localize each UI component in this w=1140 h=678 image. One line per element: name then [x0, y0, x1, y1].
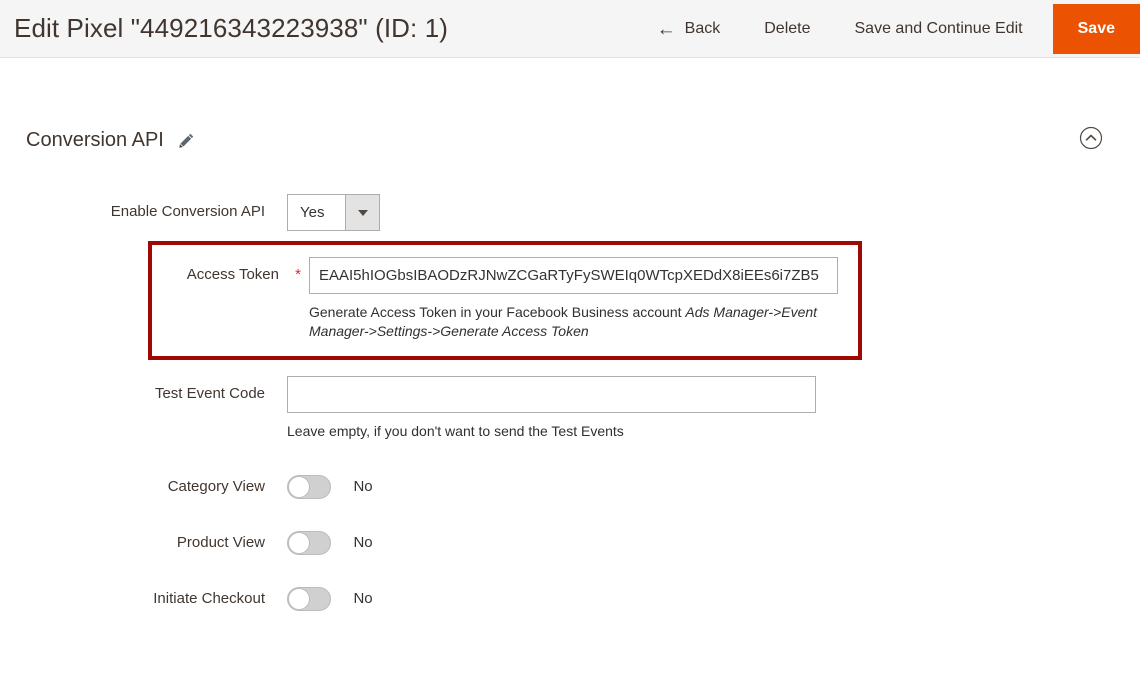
page-title: Edit Pixel "449216343223938" (ID: 1)	[14, 13, 449, 43]
conversion-api-section: Conversion API Enable Conversion API Yes	[0, 58, 1140, 611]
product-view-label: Product View	[176, 534, 265, 552]
field-row-initiate-checkout: Initiate Checkout No	[0, 586, 1140, 611]
category-view-control: No	[287, 474, 1140, 499]
toggle-knob	[288, 531, 310, 554]
access-token-hint-text: Generate Access Token in your Facebook B…	[309, 304, 686, 320]
save-button[interactable]: Save	[1052, 4, 1140, 54]
test-event-code-label: Test Event Code	[154, 384, 265, 402]
access-token-hint: Generate Access Token in your Facebook B…	[309, 303, 829, 342]
access-token-label: Access Token	[186, 266, 279, 283]
initiate-checkout-toggle[interactable]	[287, 586, 331, 611]
caret-shape	[357, 209, 368, 216]
field-row-access-token: Access Token * Generate Access Token in …	[152, 257, 858, 342]
pencil-icon[interactable]	[178, 132, 195, 149]
arrow-left-icon: ←	[656, 18, 676, 40]
back-button-label: Back	[684, 20, 721, 37]
delete-button-label: Delete	[764, 20, 811, 37]
enable-conversion-api-select[interactable]: Yes	[287, 194, 380, 231]
initiate-checkout-control: No	[287, 586, 1140, 611]
product-view-control: No	[287, 530, 1140, 555]
toggle-knob	[288, 587, 310, 610]
header-actions: ← Back Delete Save and Continue Edit Sav…	[635, 0, 1140, 58]
toggle-group: Category View No Product View No Initiat…	[0, 474, 1140, 611]
access-token-control: Generate Access Token in your Facebook B…	[309, 257, 858, 342]
field-row-test-event-code: Test Event Code Leave empty, if you don'…	[0, 375, 1140, 441]
toggle-knob	[288, 475, 310, 498]
enable-conversion-api-label: Enable Conversion API	[110, 203, 265, 220]
access-token-input[interactable]	[309, 257, 838, 294]
product-view-toggle[interactable]	[287, 530, 331, 555]
category-view-toggle[interactable]	[287, 474, 331, 499]
enable-conversion-api-control: Yes	[287, 194, 1140, 231]
category-view-label: Category View	[167, 478, 265, 496]
back-button[interactable]: ← Back	[635, 0, 743, 58]
category-view-state: No	[353, 478, 373, 496]
required-marker: *	[295, 266, 301, 283]
initiate-checkout-label: Initiate Checkout	[153, 590, 265, 608]
page-header: Edit Pixel "449216343223938" (ID: 1) ← B…	[0, 0, 1140, 58]
test-event-code-hint: Leave empty, if you don't want to send t…	[287, 422, 624, 439]
conversion-api-form: Enable Conversion API Yes Access Token *	[0, 194, 1140, 611]
product-view-state: No	[353, 534, 373, 552]
chevron-down-icon[interactable]	[345, 195, 379, 230]
delete-button[interactable]: Delete	[742, 0, 832, 58]
section-title: Conversion API	[26, 128, 164, 151]
enable-conversion-api-value: Yes	[300, 204, 325, 221]
test-event-code-control: Leave empty, if you don't want to send t…	[287, 375, 1140, 441]
section-header: Conversion API	[0, 120, 1140, 160]
chevron-up-circle-icon[interactable]	[1079, 126, 1103, 150]
test-event-code-input[interactable]	[287, 375, 816, 413]
save-button-label: Save	[1077, 20, 1115, 37]
save-and-continue-edit-button[interactable]: Save and Continue Edit	[833, 0, 1045, 58]
save-and-continue-edit-label: Save and Continue Edit	[854, 20, 1023, 37]
access-token-highlight-box: Access Token * Generate Access Token in …	[148, 241, 862, 360]
field-row-category-view: Category View No	[0, 474, 1140, 499]
field-row-enable-conversion-api: Enable Conversion API Yes	[0, 194, 1140, 231]
field-row-product-view: Product View No	[0, 530, 1140, 555]
initiate-checkout-state: No	[353, 590, 373, 608]
